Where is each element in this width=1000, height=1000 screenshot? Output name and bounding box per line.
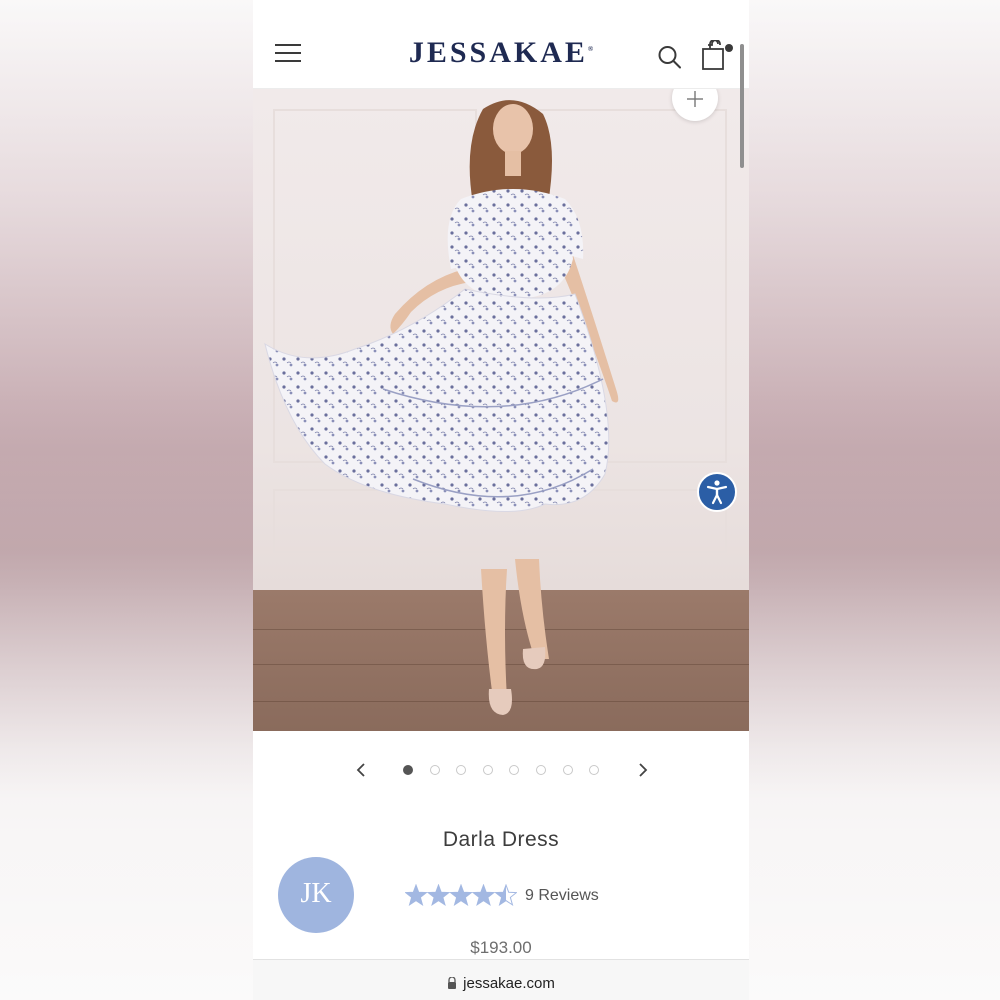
carousel-dot[interactable]	[482, 765, 493, 775]
carousel-dot[interactable]	[562, 765, 573, 775]
reviews-link[interactable]: 9 Reviews	[525, 887, 599, 905]
background-blur-left	[0, 0, 253, 1000]
carousel-dot[interactable]	[589, 765, 600, 775]
chevron-right-icon[interactable]	[630, 758, 654, 782]
site-header: JESSAKAE®	[253, 0, 749, 89]
rating-star	[471, 884, 496, 907]
rating-star	[405, 884, 428, 907]
avatar-initials: JK	[300, 878, 332, 909]
product-image[interactable]	[253, 89, 749, 731]
carousel-dot[interactable]	[403, 765, 413, 775]
rating-star	[426, 884, 451, 907]
scrollbar[interactable]	[740, 44, 744, 168]
carousel-dot[interactable]	[429, 765, 440, 775]
zoom-plus-icon[interactable]	[672, 89, 718, 121]
product-price: $193.00	[470, 938, 532, 957]
browser-url-bar[interactable]: jessakae.com	[253, 959, 749, 1000]
accessibility-icon[interactable]	[697, 472, 737, 512]
rating-star	[494, 884, 517, 907]
avatar[interactable]: JK	[278, 857, 354, 933]
model-figure	[264, 100, 619, 715]
carousel-dot[interactable]	[536, 765, 546, 775]
chevron-left-icon[interactable]	[350, 758, 374, 782]
carousel-dot[interactable]	[456, 765, 467, 775]
lock-icon	[448, 977, 457, 989]
phone-screen: JESSAKAE® Darla Dress JK 9 Reviews $193.…	[253, 0, 749, 1000]
url-display[interactable]: jessakae.com	[253, 975, 749, 992]
background-blur-right	[749, 0, 1000, 1000]
search-icon[interactable]	[657, 44, 683, 70]
rating-stars	[405, 884, 517, 907]
url-text: jessakae.com	[463, 975, 555, 992]
carousel-dot[interactable]	[509, 765, 520, 775]
rating-star	[449, 884, 473, 907]
cart-badge	[725, 44, 733, 52]
shopping-bag-icon[interactable]	[701, 39, 733, 72]
product-title: Darla Dress	[442, 828, 560, 851]
image-carousel	[253, 750, 749, 790]
